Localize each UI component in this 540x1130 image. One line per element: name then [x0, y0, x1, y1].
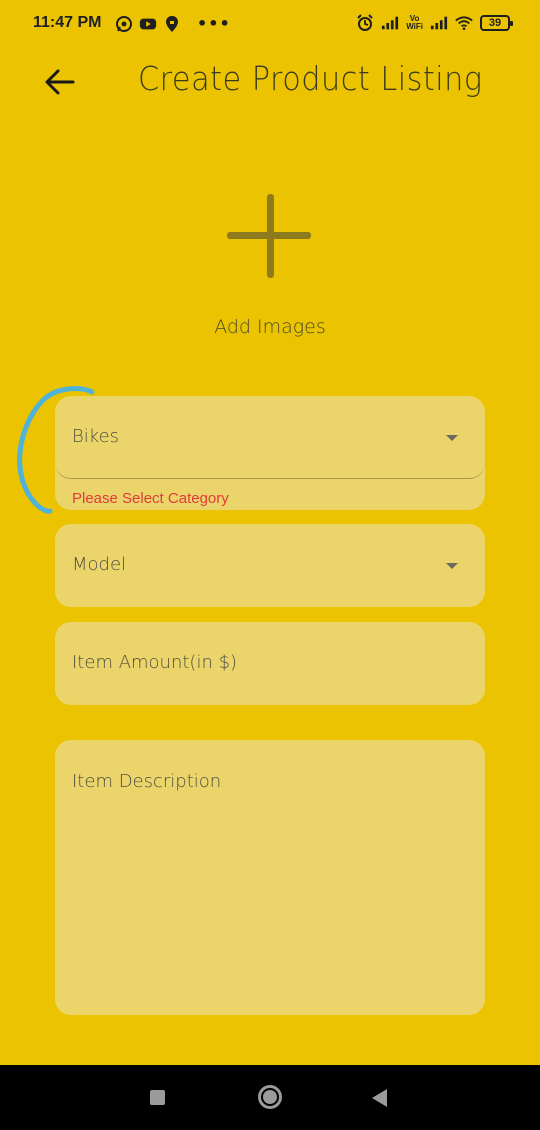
home-button[interactable] [258, 1085, 282, 1109]
model-dropdown[interactable]: Model [55, 524, 485, 607]
system-icons: Vo WiFi 39 [356, 14, 513, 32]
item-amount-field[interactable]: Item Amount(in $) [55, 622, 485, 705]
plus-icon [227, 194, 313, 280]
system-back-button[interactable] [372, 1089, 387, 1107]
item-amount-placeholder: Item Amount(in $) [72, 652, 238, 673]
category-field-container: Bikes Please Select Category [55, 396, 485, 510]
recents-button[interactable] [150, 1090, 165, 1105]
dropdown-arrow-icon [446, 563, 458, 569]
model-placeholder: Model [72, 554, 127, 575]
system-nav-bar [0, 1065, 540, 1130]
add-images-button[interactable]: Add Images [200, 180, 340, 350]
alarm-icon [356, 14, 374, 32]
battery-indicator: 39 [480, 15, 513, 31]
add-images-label: Add Images [214, 316, 326, 338]
page-title: Create Product Listing [138, 59, 483, 98]
status-bar: 11:47 PM ••• Vo WiFi 39 [0, 0, 540, 50]
more-notifications-indicator: ••• [197, 14, 231, 33]
category-dropdown[interactable]: Bikes [55, 396, 485, 479]
item-description-placeholder: Item Description [72, 771, 222, 792]
dropdown-arrow-icon [446, 435, 458, 441]
swiggy-icon [163, 15, 181, 33]
back-button[interactable] [40, 62, 80, 102]
item-description-field[interactable]: Item Description [55, 740, 485, 1015]
annotation-stroke [17, 386, 95, 514]
status-time: 11:47 PM [33, 14, 102, 31]
back-arrow-icon [45, 69, 75, 95]
notification-icons: ••• [115, 14, 231, 33]
vowifi-label: Vo WiFi [406, 14, 423, 31]
youtube-icon [139, 15, 157, 33]
signal-icon-2 [430, 14, 448, 32]
wifi-icon [455, 14, 473, 32]
whatsapp-icon [115, 15, 133, 33]
signal-icon [381, 14, 399, 32]
